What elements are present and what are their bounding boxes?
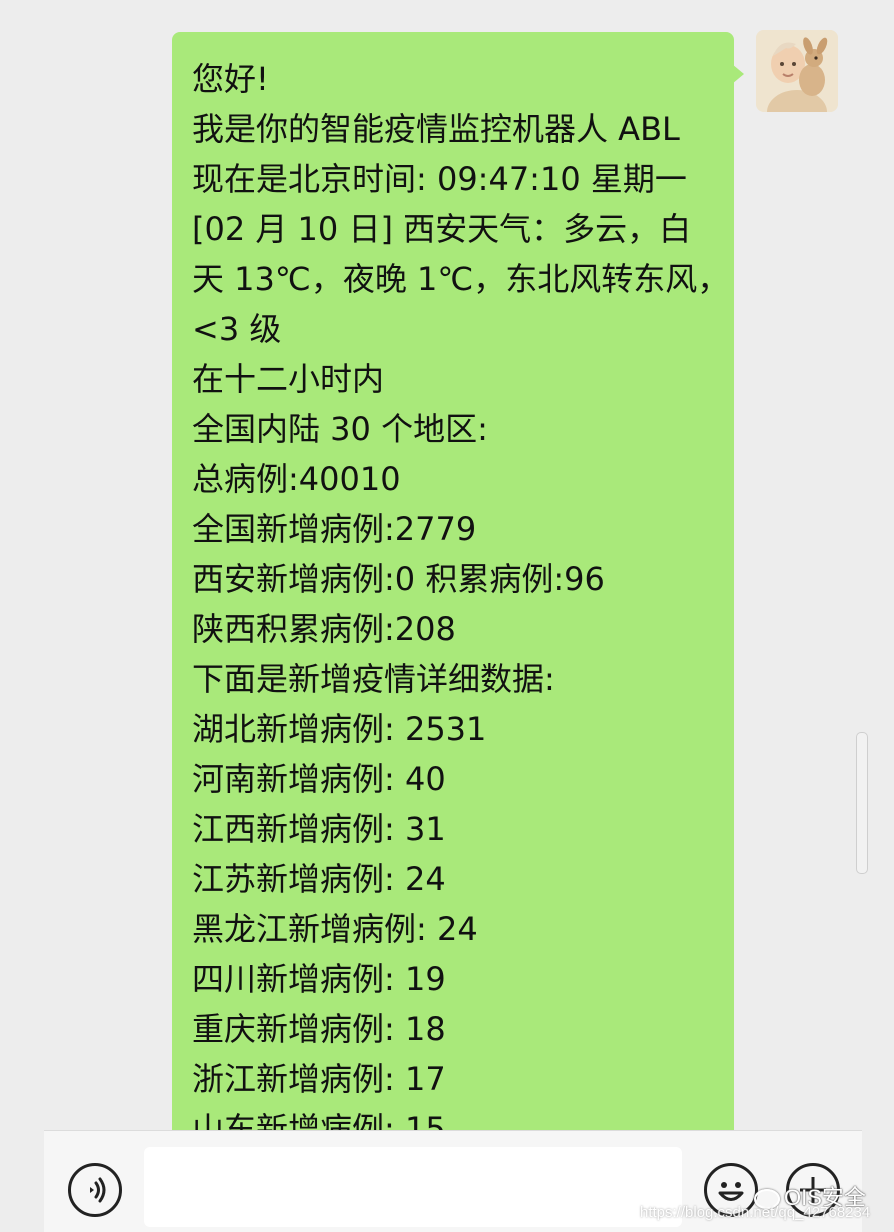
message-line: 总病例:40010 [192, 460, 401, 498]
message-line: 山东新增病例: 15 [192, 1110, 446, 1130]
message-line: 全国内陆 30 个地区: [192, 410, 488, 448]
message-line: 我是你的智能疫情监控机器人 ABL [192, 110, 680, 148]
message-line: 湖北新增病例: 2531 [192, 710, 487, 748]
message-bubble[interactable]: 您好! 我是你的智能疫情监控机器人 ABL 现在是北京时间: 09:47:10 … [172, 32, 734, 1130]
scrollbar-handle[interactable] [856, 732, 868, 874]
message-line: 四川新增病例: 19 [192, 960, 446, 998]
message-line: 浙江新增病例: 17 [192, 1060, 446, 1098]
bubble-tail [732, 64, 744, 84]
message-line: 现在是北京时间: 09:47:10 星期一 [192, 160, 687, 198]
message-line: 重庆新增病例: 18 [192, 1010, 446, 1048]
message-line: 您好! [192, 60, 269, 98]
message-line: 黑龙江新增病例: 24 [192, 910, 478, 948]
message-line: 下面是新增疫情详细数据: [192, 660, 555, 698]
sender-avatar[interactable] [756, 30, 838, 112]
message-line: 在十二小时内 [192, 360, 385, 398]
message-line: 河南新增病例: 40 [192, 760, 446, 798]
message-line: [02 月 10 日] 西安天气：多云，白 [192, 210, 692, 248]
message-line: 陕西积累病例:208 [192, 610, 456, 648]
message-line: 江苏新增病例: 24 [192, 860, 446, 898]
voice-button[interactable] [68, 1163, 122, 1217]
message-line: 全国新增病例:2779 [192, 510, 477, 548]
watermark-url: https://blog.csdn.net/qq_42768234 [640, 1204, 871, 1221]
chat-screen: 您好! 我是你的智能疫情监控机器人 ABL 现在是北京时间: 09:47:10 … [0, 0, 894, 1232]
message-line: 天 13℃，夜晚 1℃，东北风转东风， [192, 260, 730, 298]
message-line: 江西新增病例: 31 [192, 810, 446, 848]
message-list[interactable]: 您好! 我是你的智能疫情监控机器人 ABL 现在是北京时间: 09:47:10 … [0, 0, 894, 1130]
message-line: 西安新增病例:0 积累病例:96 [192, 560, 605, 598]
message-line: <3 级 [192, 310, 282, 348]
message-input[interactable] [144, 1147, 682, 1227]
voice-icon [90, 1177, 106, 1203]
avatar-photo-icon [756, 30, 838, 112]
